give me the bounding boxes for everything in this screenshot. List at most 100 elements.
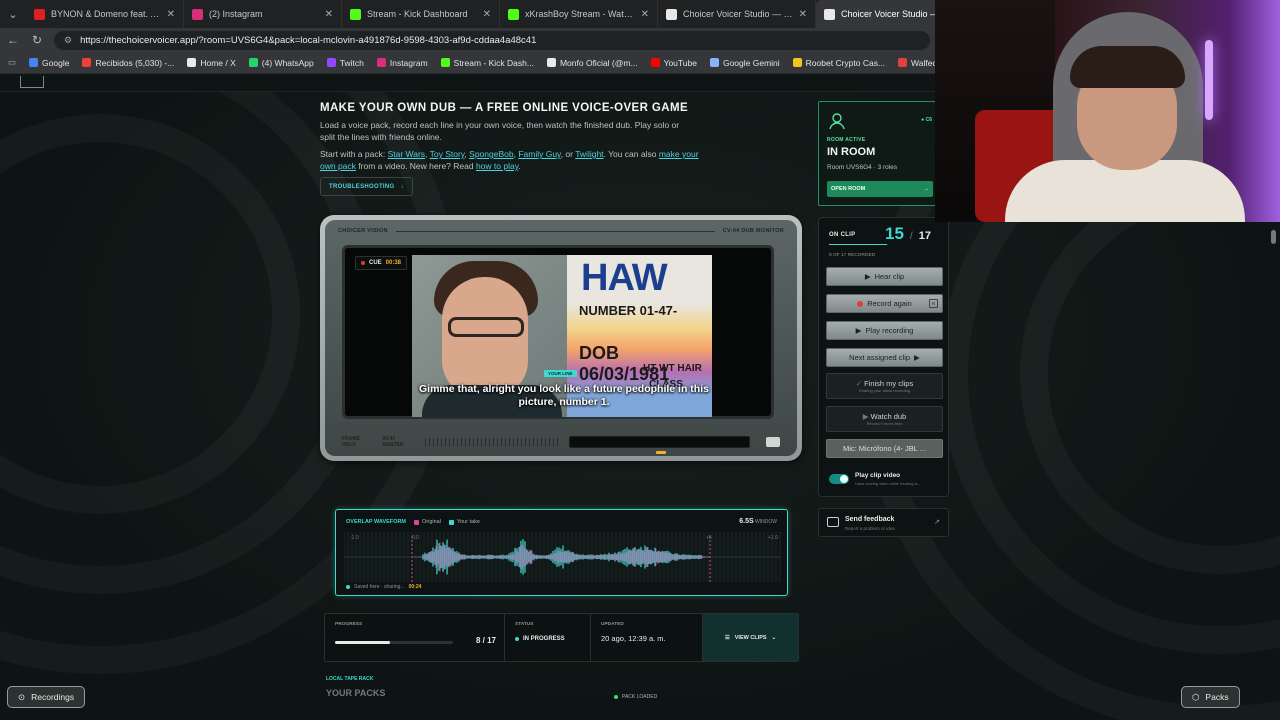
open-room-button[interactable]: OPEN ROOM → [827, 181, 933, 197]
browser-tab[interactable]: Choicer Voicer Studio — Free Onli... ✕ [658, 0, 816, 28]
how-to-play-link[interactable]: how to play [476, 161, 518, 171]
clip-controls-card: ON CLIP 15 / 17 8 OF 17 RECORDED ▶ Hear c… [818, 217, 949, 497]
browser-tab[interactable]: Stream - Kick Dashboard ✕ [342, 0, 500, 28]
hear-clip-button[interactable]: ▶ Hear clip [826, 267, 943, 286]
close-tab-icon[interactable]: ✕ [325, 9, 333, 20]
back-arrow-icon[interactable]: ← [6, 33, 20, 47]
master-label: 00:47 MASTER [382, 436, 404, 448]
bookmark-favicon-icon [326, 58, 336, 67]
tape-rack-label: LOCAL TAPE RACK [326, 676, 374, 682]
bookmark-item[interactable]: Home / X [187, 58, 236, 68]
saved-status: Saved here · sharing... 00:24 [346, 584, 421, 590]
waveform-tick-label: -1.0 [350, 535, 359, 541]
toggle-label: Play clip video [855, 472, 901, 479]
frame-hold-label: FRAME HOLD [342, 436, 360, 448]
your-packs-heading: YOUR PACKS [326, 688, 386, 698]
pack-link-family-guy[interactable]: Family Guy [518, 149, 560, 159]
url-field[interactable]: ⚙ https://thechoicervoicer.app/?room=UVS… [54, 30, 930, 50]
send-feedback-button[interactable]: Send feedback Report a problem or idea ↗ [818, 508, 949, 537]
watch-dub-button[interactable]: ▶ Watch dub Record 9 more lines [826, 406, 943, 432]
browser-tab[interactable]: (2) Instagram ✕ [184, 0, 342, 28]
clip-counter: 15 / 17 [885, 224, 931, 243]
close-tab-icon[interactable]: ✕ [641, 9, 649, 20]
close-tab-icon[interactable]: ✕ [799, 9, 807, 20]
bookmark-item[interactable]: YouTube [650, 58, 697, 68]
pack-link-twilight[interactable]: Twilight [575, 149, 603, 159]
microphone-select[interactable]: Mic: Micrófono (4- JBL ... [826, 439, 943, 458]
video-screen[interactable]: CUE 00:38 HAW NUMBER 01-47- DOB 06/03/19… [342, 245, 774, 419]
tab-search-chevron-icon[interactable]: ⌄ [0, 0, 26, 28]
reload-icon[interactable]: ↻ [30, 33, 44, 47]
waveform-tick-label: 0.0 [412, 535, 419, 541]
packs-button[interactable]: ⬡ Packs [1181, 686, 1240, 708]
site-info-icon[interactable]: ⚙ [64, 35, 72, 46]
bookmark-item[interactable]: (4) WhatsApp [248, 58, 314, 68]
tab-title: (2) Instagram [209, 9, 263, 19]
audio-led [656, 451, 667, 454]
scrollbar-thumb[interactable] [1271, 230, 1276, 244]
tab-favicon-icon [192, 8, 203, 20]
tab-title: Stream - Kick Dashboard [367, 9, 468, 19]
monitor-settings-icon[interactable] [766, 437, 781, 447]
recorded-count: 8 OF 17 RECORDED [829, 253, 876, 258]
close-tab-icon[interactable]: ✕ [167, 9, 175, 20]
site-logo[interactable] [20, 76, 44, 88]
bookmark-favicon-icon [709, 58, 719, 67]
view-clips-button[interactable]: ☰ VIEW CLIPS ⌄ [703, 614, 798, 661]
bookmark-item[interactable]: Google Gemini [709, 58, 780, 68]
record-again-button[interactable]: Record again R [826, 294, 943, 313]
tab-favicon-icon [666, 8, 677, 20]
legend-your-take: Your take [448, 519, 480, 525]
bookmark-favicon-icon [187, 58, 197, 67]
room-card: ● C6 ROOM ACTIVE IN ROOM Room UVS6G4 · 3… [818, 101, 936, 206]
next-assigned-clip-button[interactable]: Next assigned clip ▶ [826, 348, 943, 367]
room-tag: ● C6 [921, 117, 932, 123]
bookmark-item[interactable]: Stream - Kick Dash... [440, 58, 534, 68]
progress-status-bar: PROGRESS 8 / 17 STATUS IN PROGRESS UPDAT… [324, 613, 799, 662]
chat-icon [827, 517, 839, 527]
close-tab-icon[interactable]: ✕ [483, 9, 491, 20]
monitor-brand: CHOICER VISION [338, 228, 388, 234]
external-link-icon: ↗ [934, 519, 940, 526]
waveform-tick-label: +5 [706, 535, 712, 541]
waveform-title: OVERLAP WAVEFORM [346, 519, 406, 525]
bookmark-item[interactable]: Recibidos (5,030) -... [82, 58, 174, 68]
progress-slot [569, 436, 751, 454]
play-recording-button[interactable]: ▶ Play recording [826, 321, 943, 340]
finish-my-clips-button[interactable]: ✓ Finish my clips Sharing your latest re… [826, 373, 943, 399]
tab-title: xKrashBoy Stream - Watch Live o... [525, 9, 635, 19]
browser-tab[interactable]: xKrashBoy Stream - Watch Live o... ✕ [500, 0, 658, 28]
arrow-right-icon: → [923, 186, 930, 192]
play-icon: ▶ [864, 272, 871, 281]
intro-packs-text: Start with a pack: Star Wars, Toy Story,… [320, 149, 699, 171]
play-clip-video-toggle[interactable] [829, 474, 849, 484]
bookmark-favicon-icon [546, 58, 556, 67]
bookmarks-menu-icon[interactable]: ▭ [8, 57, 16, 68]
subtitle-text: Gimme that, alright you look like a futu… [419, 383, 709, 408]
bookmark-item[interactable]: Monfo Oficial (@m... [546, 58, 638, 68]
tick-strip [424, 438, 562, 446]
tab-favicon-icon [350, 8, 361, 20]
tab-title: Choicer Voicer Studio — Free Onli... [683, 9, 793, 19]
play-icon: ▶ [862, 412, 869, 421]
user-icon [828, 112, 846, 130]
troubleshooting-button[interactable]: TROUBLESHOOTING ↓ [320, 177, 413, 196]
recording-dot-icon [361, 261, 365, 265]
pack-loaded-status: PACK LOADED [614, 694, 657, 700]
progress-bar [335, 641, 453, 644]
bookmark-item[interactable]: Google [29, 58, 69, 68]
recordings-button[interactable]: ⊙ Recordings [7, 686, 86, 708]
dub-monitor: CHOICER VISION CV-04 DUB MONITOR CUE 00:… [320, 215, 802, 461]
pack-link-star-wars[interactable]: Star Wars [388, 149, 425, 159]
browser-tab[interactable]: BYNON & Domeno feat. Alice Ber... ✕ [26, 0, 184, 28]
progress-cell: PROGRESS 8 / 17 [325, 614, 505, 661]
pack-link-toy-story[interactable]: Toy Story [430, 149, 465, 159]
bookmark-item[interactable]: Instagram [376, 58, 428, 68]
list-icon: ☰ [724, 634, 730, 641]
bookmark-item[interactable]: Twitch [326, 58, 364, 68]
waveform-graph[interactable]: -1.0 0.0 +5 +1.0 [344, 532, 781, 582]
bookmark-item[interactable]: Roobet Crypto Cas... [792, 58, 885, 68]
pack-link-spongebob[interactable]: SpongeBob [469, 149, 513, 159]
cue-badge: CUE 00:38 [355, 256, 408, 270]
bookmark-favicon-icon [82, 58, 92, 67]
